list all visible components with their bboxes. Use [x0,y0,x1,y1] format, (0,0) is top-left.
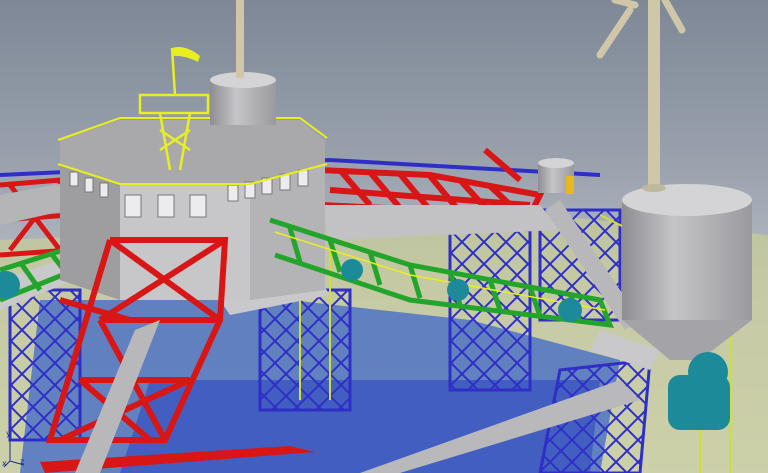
triad-label-y: y [6,429,11,438]
silo-center [210,0,276,125]
triad-label-z: z [20,457,25,466]
windsock-icon [172,47,200,62]
xyz-axis-icon: y z x [2,429,28,469]
wind-turbine-icon [596,0,686,59]
triad-label-x: x [2,459,7,468]
silo-right [622,0,752,360]
platform-model-scene[interactable] [0,0,768,473]
3d-viewport[interactable]: y z x [0,0,768,473]
silo-small [538,158,574,194]
